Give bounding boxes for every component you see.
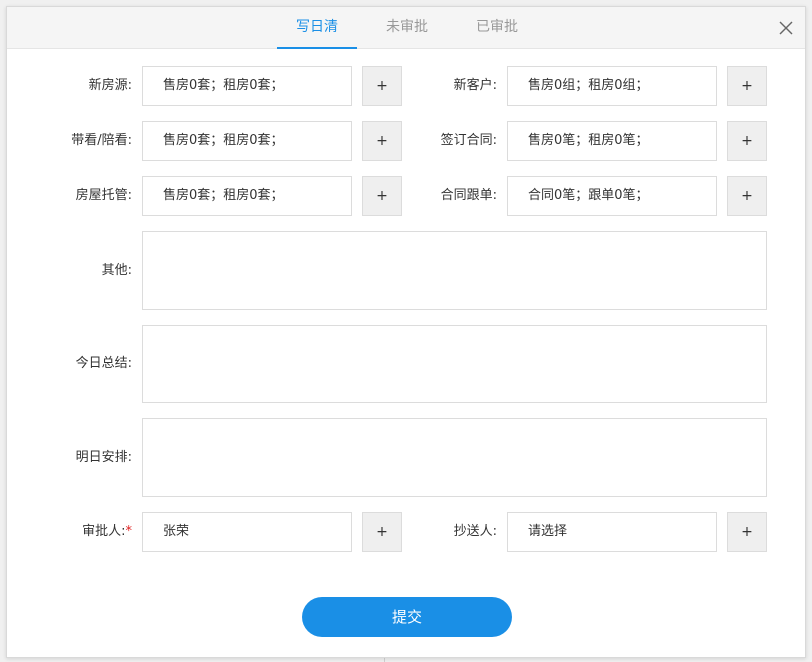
today-summary-label: 今日总结: [75,356,132,371]
new-customers-add-button[interactable]: + [727,66,767,106]
cc-field[interactable]: 请选择 [507,512,717,552]
tab-pending-approval[interactable]: 未审批 [367,7,447,49]
approver-label: 审批人:* [7,512,132,552]
contract-followup-add-button[interactable]: + [727,176,767,216]
tab-approved[interactable]: 已审批 [457,7,537,49]
signed-contracts-add-button[interactable]: + [727,121,767,161]
dialog-header: 写日清 未审批 已审批 [7,7,805,49]
tomorrow-plan-textarea[interactable] [142,418,767,497]
cc-label: 抄送人: [453,524,497,539]
showings-label: 带看/陪看: [71,133,132,148]
new-customers-label: 新客户: [453,78,497,93]
signed-contracts-field[interactable]: 售房0笔；租房0笔； [507,121,717,161]
today-summary-textarea[interactable] [142,325,767,403]
required-mark: * [125,524,133,539]
close-icon[interactable] [777,19,795,37]
new-listings-field[interactable]: 售房0套；租房0套； [142,66,352,106]
contract-followup-label: 合同跟单: [440,188,497,203]
submit-button[interactable]: 提交 [302,597,512,637]
new-customers-field[interactable]: 售房0组；租房0组； [507,66,717,106]
property-custody-add-button[interactable]: + [362,176,402,216]
approver-label-text: 审批人: [82,524,126,539]
showings-field[interactable]: 售房0套；租房0套； [142,121,352,161]
new-listings-add-button[interactable]: + [362,66,402,106]
approver-add-button[interactable]: + [362,512,402,552]
daily-report-dialog: 写日清 未审批 已审批 新房源: 售房0套；租房0套； + 新客户: 售房0组；… [6,6,806,658]
approver-field[interactable]: 张荣 [142,512,352,552]
tab-write-daily[interactable]: 写日清 [277,7,357,49]
cc-add-button[interactable]: + [727,512,767,552]
property-custody-label: 房屋托管: [75,188,132,203]
other-textarea[interactable] [142,231,767,310]
showings-add-button[interactable]: + [362,121,402,161]
signed-contracts-label: 签订合同: [440,133,497,148]
new-listings-label: 新房源: [88,78,132,93]
property-custody-field[interactable]: 售房0套；租房0套； [142,176,352,216]
other-label: 其他: [101,263,132,278]
tomorrow-plan-label: 明日安排: [75,450,132,465]
contract-followup-field[interactable]: 合同0笔；跟单0笔； [507,176,717,216]
